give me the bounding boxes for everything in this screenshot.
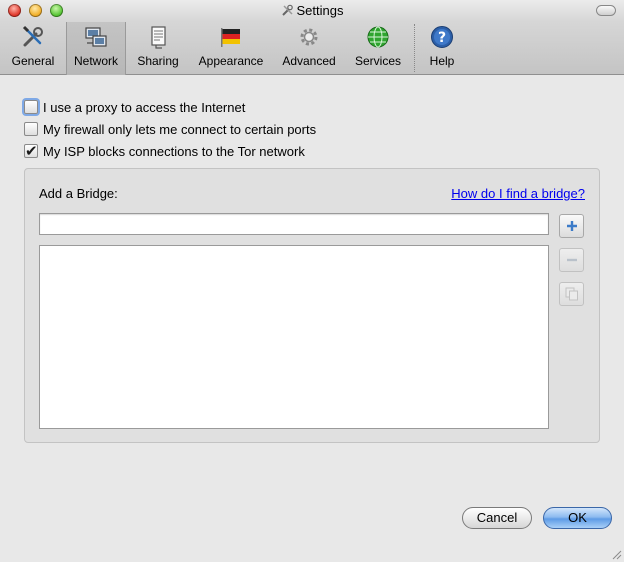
- gear-icon: [300, 28, 318, 46]
- add-bridge-heading: Add a Bridge:: [39, 186, 118, 201]
- copy-bridge-button[interactable]: [559, 282, 584, 306]
- window-title: Settings: [0, 3, 624, 18]
- toolbar-help[interactable]: ? Help: [420, 22, 464, 75]
- firewall-option[interactable]: My firewall only lets me connect to cert…: [24, 120, 316, 138]
- title-bar: Settings: [0, 0, 624, 22]
- find-bridge-help-link[interactable]: How do I find a bridge?: [451, 186, 585, 201]
- cancel-button[interactable]: Cancel: [462, 507, 532, 529]
- toolbar-advanced[interactable]: Advanced: [278, 22, 340, 75]
- toolbar-help-label: Help: [429, 54, 455, 68]
- plus-icon: [566, 221, 577, 231]
- resize-grip-icon[interactable]: [610, 548, 622, 560]
- bridge-list[interactable]: [39, 245, 549, 429]
- toolbar-toggle-button[interactable]: [596, 5, 616, 16]
- bridge-address-input[interactable]: [39, 213, 549, 235]
- toolbar-sharing[interactable]: Sharing: [132, 22, 184, 75]
- toolbar-separator: [414, 24, 415, 72]
- firewall-label: My firewall only lets me connect to cert…: [43, 121, 317, 137]
- globe-icon: [367, 26, 389, 48]
- wrench-screwdriver-icon: [22, 25, 43, 47]
- bridge-settings-group: Add a Bridge: How do I find a bridge?: [24, 168, 600, 443]
- copy-icon: [565, 287, 578, 301]
- toolbar-network-label: Network: [73, 54, 118, 68]
- flag-icon: [221, 28, 240, 47]
- toolbar-sharing-label: Sharing: [137, 54, 179, 68]
- toolbar-general[interactable]: General: [6, 22, 60, 75]
- svg-text:?: ?: [438, 30, 446, 46]
- help-icon: ?: [431, 26, 453, 48]
- minus-icon: [566, 258, 577, 262]
- proxy-option[interactable]: I use a proxy to access the Internet: [24, 98, 245, 116]
- window-title-text: Settings: [296, 3, 344, 18]
- checkmark-icon: ✔: [25, 143, 38, 160]
- toolbar-appearance-label: Appearance: [198, 54, 264, 68]
- toolbar-advanced-label: Advanced: [282, 54, 336, 68]
- toolbar-services-label: Services: [354, 54, 401, 68]
- proxy-label: I use a proxy to access the Internet: [43, 99, 246, 115]
- settings-window: Settings General Network Sharing Appeara…: [0, 0, 624, 562]
- proxy-checkbox[interactable]: [24, 100, 38, 114]
- remove-bridge-button[interactable]: [559, 248, 584, 272]
- toolbar-general-label: General: [11, 54, 55, 68]
- toolbar-appearance[interactable]: Appearance: [192, 22, 270, 75]
- isp-blocks-label: My ISP blocks connections to the Tor net…: [43, 143, 305, 159]
- network-computer-icon: [85, 27, 107, 47]
- toolbar-network[interactable]: Network: [66, 22, 126, 75]
- toolbar-services[interactable]: Services: [348, 22, 408, 75]
- preferences-toolbar: General Network Sharing Appearance Advan…: [0, 22, 624, 75]
- add-bridge-button[interactable]: [559, 214, 584, 238]
- firewall-checkbox[interactable]: [24, 122, 38, 136]
- isp-blocks-option[interactable]: ✔ My ISP blocks connections to the Tor n…: [24, 142, 305, 160]
- isp-blocks-checkbox[interactable]: ✔: [24, 143, 38, 160]
- settings-title-icon: [281, 4, 293, 16]
- ok-button[interactable]: OK: [543, 507, 612, 529]
- sharing-document-icon: [151, 26, 166, 49]
